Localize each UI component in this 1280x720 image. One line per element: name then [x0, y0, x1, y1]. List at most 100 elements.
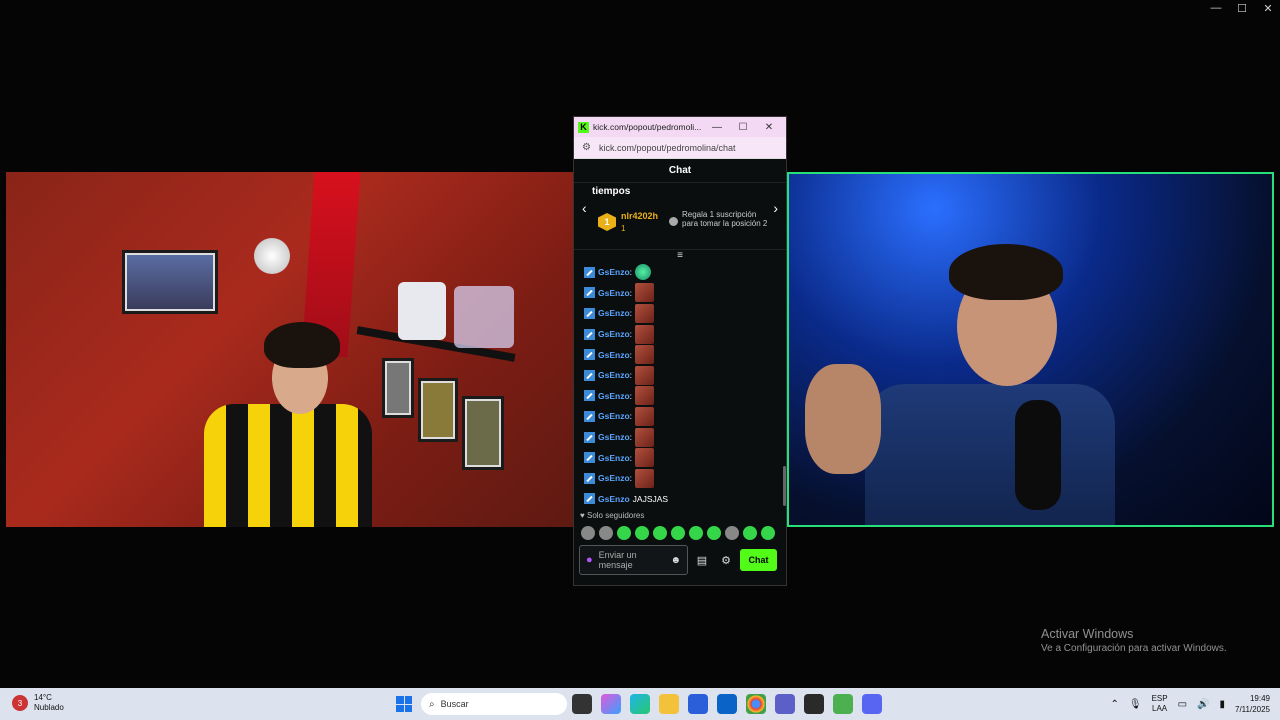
taskbar-search[interactable]: ⌕ Buscar [421, 693, 567, 715]
message-username[interactable]: GsEnzo [598, 329, 630, 339]
emote-button[interactable] [689, 526, 703, 540]
kick-logo-icon: K [578, 121, 589, 133]
chat-close-button[interactable]: ✕ [756, 122, 782, 133]
emote-button[interactable] [617, 526, 631, 540]
microphone-icon[interactable]: ● [586, 554, 593, 566]
outlook-icon[interactable] [717, 694, 737, 714]
settings-gear-icon[interactable]: ⚙ [716, 554, 736, 567]
verified-badge-icon [584, 266, 595, 278]
clock[interactable]: 19:49 7/11/2025 [1235, 693, 1270, 715]
store-icon[interactable]: ▤ [692, 554, 712, 567]
chat-header-title: Chat [574, 159, 786, 183]
weather-widget[interactable]: 3 14°C Nublado [12, 693, 64, 713]
network-icon[interactable]: ▭ [1178, 699, 1187, 710]
chevron-right-icon[interactable]: › [773, 200, 778, 216]
chevron-left-icon[interactable]: ‹ [582, 200, 587, 216]
emote-button[interactable] [743, 526, 757, 540]
message-username[interactable]: GsEnzo [598, 473, 630, 483]
emote-image [635, 264, 652, 281]
chevron-up-icon[interactable]: ⌃ [1110, 699, 1118, 710]
weather-text: 14°C Nublado [34, 693, 64, 713]
message-username[interactable]: GsEnzo [598, 453, 630, 463]
chrome-icon[interactable] [746, 694, 766, 714]
app-icon[interactable] [833, 694, 853, 714]
raised-hand [805, 364, 881, 474]
message-username[interactable]: GsEnzo [598, 350, 630, 360]
gift-leaderboard: tiempos ‹ › 1 nlr4202h 1 Regala 1 suscri… [574, 183, 786, 250]
wall-photo-2 [418, 378, 458, 442]
emote-image [635, 386, 655, 406]
weather-alert-icon: 3 [12, 695, 28, 711]
chat-message: GsEnzo: [584, 386, 786, 407]
verified-badge-icon [584, 328, 595, 340]
message-separator: : [629, 329, 633, 340]
message-separator: : [629, 390, 633, 401]
emote-button[interactable] [599, 526, 613, 540]
message-separator: : [629, 287, 633, 298]
taskbar-apps [572, 694, 882, 714]
chat-send-button[interactable]: Chat [740, 549, 777, 571]
message-username[interactable]: GsEnzo [598, 391, 630, 401]
mic-tray-icon[interactable]: 🎙 [1129, 699, 1142, 710]
microphone [1015, 400, 1061, 510]
message-username[interactable]: GsEnzo [598, 370, 630, 380]
teams-icon[interactable] [775, 694, 795, 714]
leaderboard-username[interactable]: nlr4202h [621, 211, 658, 221]
window-controls: — ☐ ✕ [1210, 2, 1274, 15]
verified-badge-icon [584, 410, 595, 422]
chat-message: GsEnzo: [584, 344, 786, 365]
emote-button[interactable] [581, 526, 595, 540]
emoji-picker-icon[interactable]: ☻ [670, 555, 681, 566]
obs-icon[interactable] [804, 694, 824, 714]
chat-message-input[interactable]: ● Enviar un mensaje ☻ [579, 545, 688, 575]
emote-button[interactable] [761, 526, 775, 540]
verified-badge-icon [584, 287, 595, 299]
message-username[interactable]: GsEnzo [598, 494, 630, 504]
chat-message: GsEnzo: [584, 303, 786, 324]
message-username[interactable]: GsEnzo [598, 432, 630, 442]
chat-maximize-button[interactable]: ☐ [730, 122, 756, 133]
collapse-icon[interactable]: ≡ [574, 250, 786, 262]
message-separator: : [629, 411, 633, 422]
chat-minimize-button[interactable]: — [704, 122, 730, 133]
verified-badge-icon [584, 493, 595, 505]
wall-photo-3 [462, 396, 504, 470]
chat-message: GsEnzo: [584, 447, 786, 468]
close-button[interactable]: ✕ [1262, 2, 1274, 15]
site-settings-icon[interactable]: ⚙ [582, 142, 591, 153]
verified-badge-icon [584, 431, 595, 443]
message-username[interactable]: GsEnzo [598, 308, 630, 318]
maximize-button[interactable]: ☐ [1236, 2, 1248, 15]
emote-button[interactable] [653, 526, 667, 540]
windows-start-icon[interactable] [396, 696, 412, 712]
emote-button[interactable] [707, 526, 721, 540]
emote-button[interactable] [725, 526, 739, 540]
discord-icon[interactable] [862, 694, 882, 714]
battery-icon[interactable]: ▮ [1219, 699, 1225, 710]
message-username[interactable]: GsEnzo [598, 267, 630, 277]
emote-image [635, 468, 655, 488]
store-app-icon[interactable] [688, 694, 708, 714]
message-username[interactable]: GsEnzo [598, 288, 630, 298]
task-view-icon[interactable] [572, 694, 592, 714]
right-streamer-video [787, 172, 1274, 527]
weather-condition: Nublado [34, 703, 64, 712]
followers-only-label: Solo seguidores [586, 511, 645, 520]
copilot-icon[interactable] [601, 694, 621, 714]
weather-temperature: 14°C [34, 693, 52, 702]
emote-button[interactable] [635, 526, 649, 540]
file-explorer-icon[interactable] [659, 694, 679, 714]
clock-time: 19:49 [1249, 694, 1270, 703]
minimize-button[interactable]: — [1210, 2, 1222, 15]
edge-icon[interactable] [630, 694, 650, 714]
chat-message: GsEnzo: [584, 283, 786, 304]
message-text: JAJSJAS [632, 493, 669, 504]
address-bar[interactable]: ⚙ kick.com/popout/pedromolina/chat [574, 137, 786, 159]
message-username[interactable]: GsEnzo [598, 411, 630, 421]
emote-button[interactable] [671, 526, 685, 540]
chat-scrollbar[interactable] [783, 466, 786, 506]
volume-icon[interactable]: 🔊 [1197, 699, 1209, 710]
verified-badge-icon [584, 452, 595, 464]
message-separator: : [629, 308, 633, 319]
language-indicator[interactable]: ESP LAA [1152, 694, 1168, 714]
